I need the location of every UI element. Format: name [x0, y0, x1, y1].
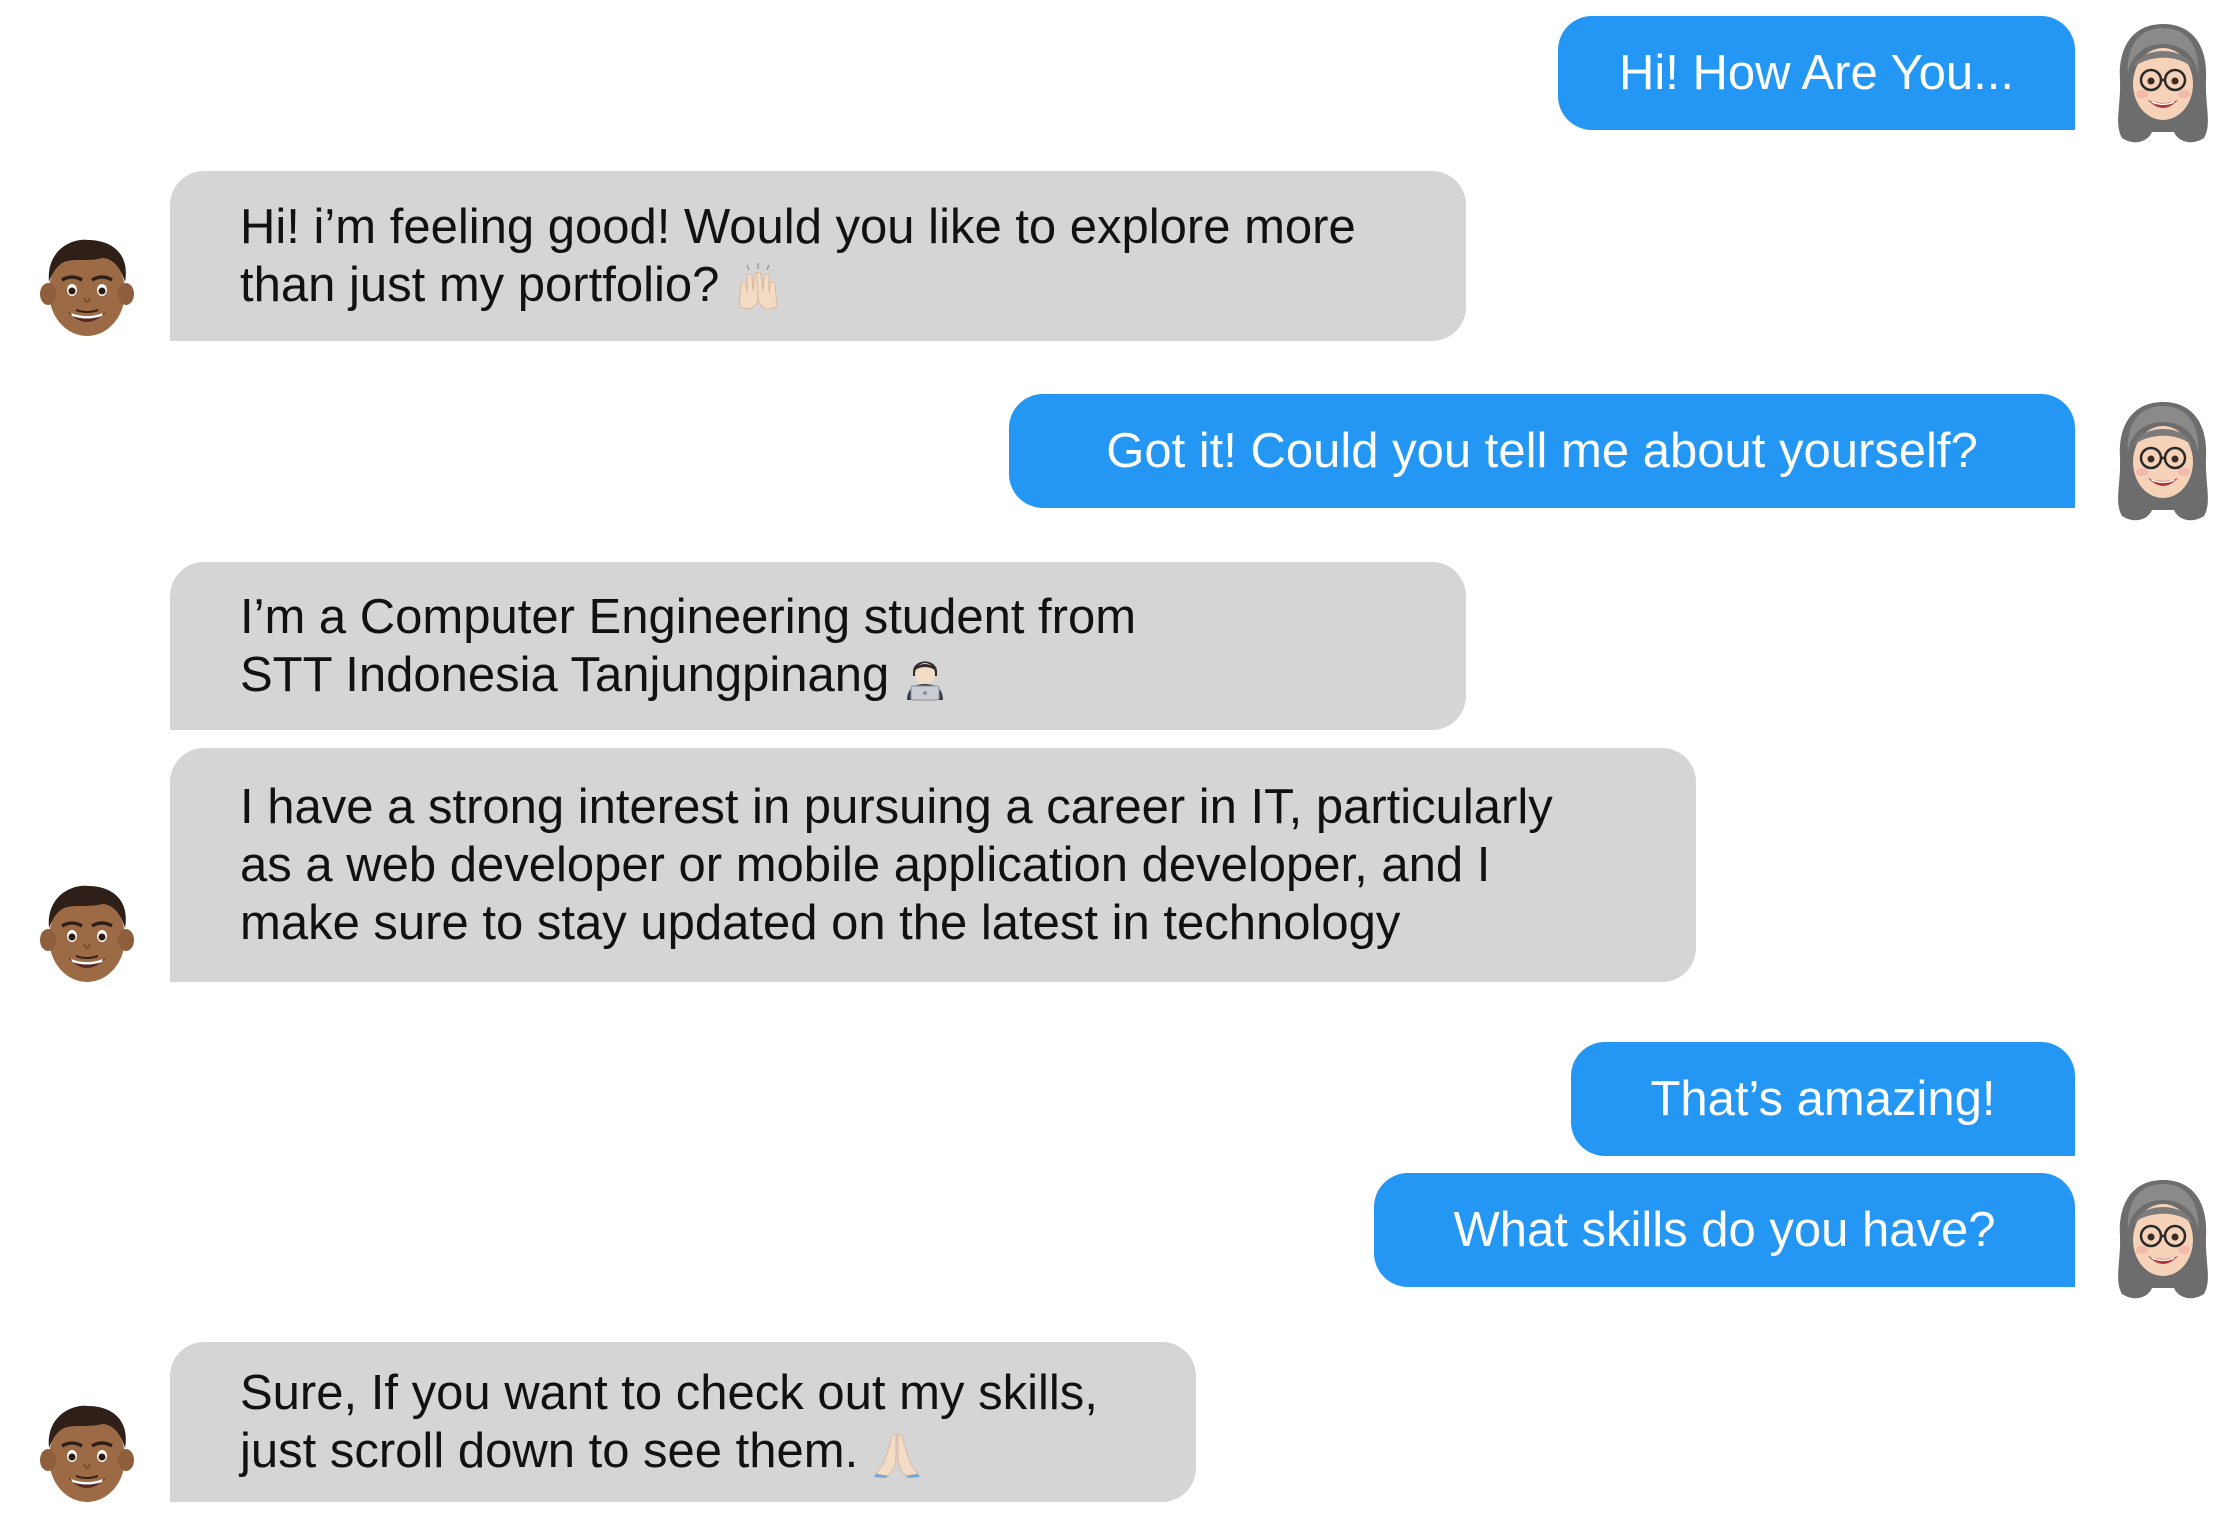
technologist-icon — [907, 661, 944, 701]
message-line: just scroll down to see them. — [240, 1424, 859, 1478]
memoji-man-avatar — [32, 874, 142, 994]
message-bubble-outgoing: What skills do you have? — [1374, 1173, 2075, 1287]
message-line: Hi! i’m feeling good! Would you like to … — [240, 200, 1356, 254]
message-line: I have a strong interest in pursuing a c… — [240, 780, 1553, 834]
memoji-man-avatar — [32, 1394, 142, 1514]
memoji-woman-glasses-avatar — [2108, 396, 2218, 526]
message-line: Sure, If you want to check out my skills… — [240, 1366, 1098, 1420]
message-bubble-outgoing: Hi! How Are You... — [1558, 16, 2075, 130]
message-bubble-incoming: Sure, If you want to check out my skills… — [170, 1342, 1196, 1502]
message-text: Hi! How Are You... — [1619, 46, 2014, 100]
memoji-man-avatar — [32, 228, 142, 348]
message-bubble-outgoing: That’s amazing! — [1571, 1042, 2075, 1156]
message-bubble-incoming: I’m a Computer Engineering student from … — [170, 562, 1466, 730]
message-text: That’s amazing! — [1650, 1072, 1996, 1126]
message-bubble-outgoing: Got it! Could you tell me about yourself… — [1009, 394, 2075, 508]
message-line: I’m a Computer Engineering student from — [240, 590, 1137, 644]
message-text: What skills do you have? — [1453, 1203, 1996, 1257]
message-bubble-incoming: Hi! i’m feeling good! Would you like to … — [170, 171, 1466, 341]
message-line: than just my portfolio? — [240, 258, 720, 312]
message-line: as a web developer or mobile application… — [240, 838, 1491, 892]
message-text: Got it! Could you tell me about yourself… — [1106, 424, 1978, 478]
memoji-woman-glasses-avatar — [2108, 18, 2218, 148]
message-line: make sure to stay updated on the latest … — [240, 896, 1401, 950]
folded-hands-icon — [874, 1433, 921, 1479]
raising-hands-icon — [738, 263, 778, 310]
memoji-woman-glasses-avatar — [2108, 1174, 2218, 1304]
message-line: STT Indonesia Tanjungpinang — [240, 648, 890, 702]
message-bubble-incoming: I have a strong interest in pursuing a c… — [170, 748, 1696, 982]
chat-thread: Hi! How Are You... Hi! i’m feeling good!… — [0, 0, 2236, 1538]
